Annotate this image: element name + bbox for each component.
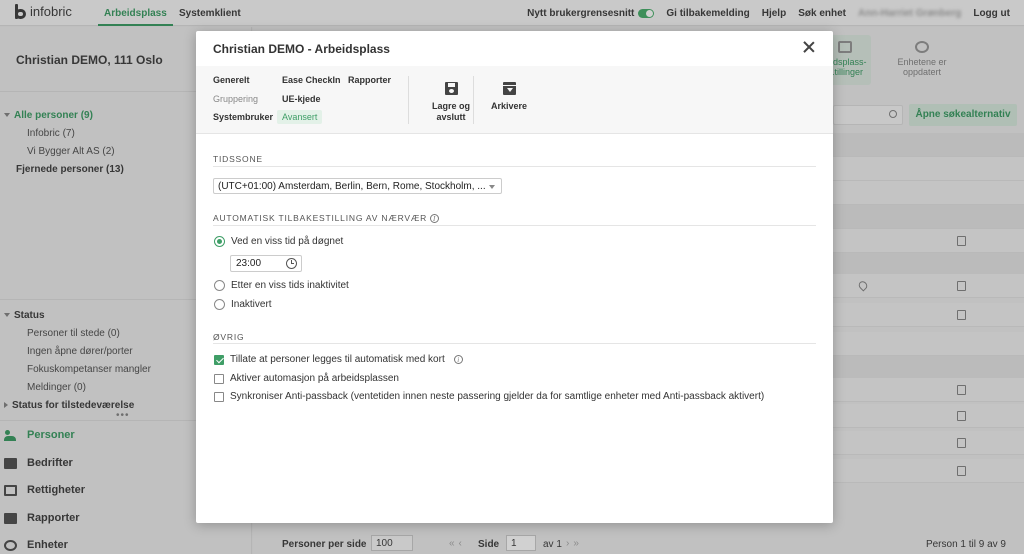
checkbox-anti-passback[interactable]: Synkroniser Anti-passback (ventetiden in…	[214, 391, 764, 402]
info-icon[interactable]: i	[430, 214, 440, 224]
radio-label: Etter en viss tids inaktivitet	[231, 280, 349, 291]
auto-reset-heading-text: AUTOMATISK TILBAKESTILLING AV NÆRVÆR	[213, 213, 428, 223]
checkbox-checked[interactable]	[214, 354, 224, 365]
time-input[interactable]: 23:00	[230, 255, 302, 272]
time-value: 23:00	[236, 258, 262, 269]
save-icon	[444, 82, 458, 95]
radio-disabled[interactable]: Inaktivert	[214, 299, 272, 310]
radio-button[interactable]	[214, 299, 225, 310]
tab-generelt[interactable]: Generelt	[213, 75, 250, 85]
tab-ue-kjede[interactable]: UE-kjede	[282, 94, 321, 104]
toolbar-divider	[408, 76, 409, 124]
checkbox-label: Tillate at personer legges til automatis…	[230, 354, 445, 365]
radio-label: Inaktivert	[231, 299, 272, 310]
radio-inactivity[interactable]: Etter en viss tids inaktivitet	[214, 280, 349, 291]
modal-toolbar: Generelt Ease CheckIn Rapporter Grupperi…	[196, 66, 833, 134]
tab-avansert[interactable]: Avansert	[277, 110, 323, 124]
radio-button[interactable]	[214, 280, 225, 291]
archive-icon	[502, 82, 516, 95]
checkbox-auto-add-card[interactable]: Tillate at personer legges til automatis…	[214, 354, 463, 365]
save-and-close-label: Lagre og avslutt	[431, 101, 470, 122]
checkbox-automation[interactable]: Aktiver automasjon på arbeidsplassen	[214, 373, 399, 384]
other-heading: ØVRIG	[213, 332, 245, 342]
tab-gruppering[interactable]: Gruppering	[213, 94, 258, 104]
section-divider	[213, 166, 816, 167]
tab-ease-checkin[interactable]: Ease CheckIn	[282, 75, 341, 85]
auto-reset-heading: AUTOMATISK TILBAKESTILLING AV NÆRVÆR i	[213, 213, 440, 224]
toolbar-divider	[473, 76, 474, 124]
radio-specific-time[interactable]: Ved en viss tid på døgnet	[214, 236, 343, 247]
archive-label: Arkivere	[490, 101, 528, 111]
checkbox-label: Aktiver automasjon på arbeidsplassen	[230, 373, 399, 384]
save-and-close-button[interactable]: Lagre og avslutt	[418, 82, 484, 123]
clock-icon[interactable]	[286, 258, 297, 269]
info-icon[interactable]: i	[453, 355, 463, 364]
section-divider	[213, 343, 816, 344]
timezone-heading: TIDSSONE	[213, 154, 263, 164]
workplace-settings-modal: Christian DEMO - Arbeidsplass Generelt E…	[196, 31, 833, 523]
chevron-down-icon	[489, 185, 495, 189]
timezone-value: (UTC+01:00) Amsterdam, Berlin, Bern, Rom…	[218, 181, 486, 192]
archive-button[interactable]: Arkivere	[486, 82, 532, 112]
close-icon[interactable]	[801, 39, 817, 55]
tab-rapporter[interactable]: Rapporter	[348, 75, 391, 85]
modal-title: Christian DEMO - Arbeidsplass	[213, 42, 390, 56]
checkbox[interactable]	[214, 373, 224, 384]
radio-button-selected[interactable]	[214, 236, 225, 247]
section-divider	[213, 225, 816, 226]
timezone-select[interactable]: (UTC+01:00) Amsterdam, Berlin, Bern, Rom…	[213, 178, 502, 194]
radio-label: Ved en viss tid på døgnet	[231, 236, 344, 247]
checkbox[interactable]	[214, 391, 224, 402]
tab-systembruker[interactable]: Systembruker	[213, 112, 273, 122]
checkbox-label: Synkroniser Anti-passback (ventetiden in…	[230, 391, 765, 402]
